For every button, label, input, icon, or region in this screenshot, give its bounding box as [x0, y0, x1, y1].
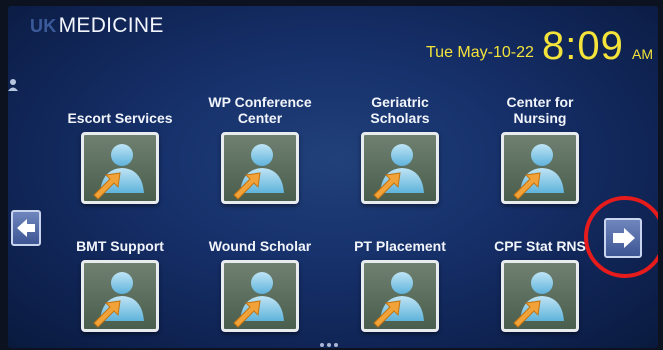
user-arrow-icon: [513, 144, 564, 200]
user-arrow-icon: [373, 144, 424, 200]
user-indicator-icon: [8, 78, 18, 92]
tile-label: PT Placement: [354, 238, 446, 254]
kiosk-screen: UK MEDICINE Tue May-10-22 8:09 AM Escort…: [8, 6, 658, 348]
page-dot: [327, 343, 331, 347]
user-arrow-icon: [93, 272, 144, 328]
clock-display: 8:09: [542, 24, 624, 68]
tile-label: BMT Support: [76, 238, 164, 254]
pt-placement-button[interactable]: [361, 260, 439, 332]
brand-logo: UK MEDICINE: [30, 14, 164, 38]
tile-wound-scholar[interactable]: Wound Scholar: [200, 220, 320, 332]
tile-bmt-support[interactable]: BMT Support: [60, 220, 180, 332]
page-dot: [334, 343, 338, 347]
user-arrow-icon: [373, 272, 424, 328]
arrow-left-icon: [17, 219, 35, 237]
tile-label: CPF Stat RNS: [494, 238, 586, 254]
tile-label: Escort Services: [67, 110, 173, 126]
page-dot: [320, 343, 324, 347]
brand-prefix: UK: [30, 16, 57, 36]
tile-cpf-stat-rns[interactable]: CPF Stat RNS: [480, 220, 600, 332]
tile-center-for-nursing[interactable]: Center for Nursing: [480, 92, 600, 204]
bmt-support-button[interactable]: [81, 260, 159, 332]
escort-services-button[interactable]: [81, 132, 159, 204]
wound-scholar-button[interactable]: [221, 260, 299, 332]
previous-page-button[interactable]: [11, 210, 41, 246]
user-arrow-icon: [233, 272, 284, 328]
user-arrow-icon: [513, 272, 564, 328]
user-arrow-icon: [233, 144, 284, 200]
brand-name: MEDICINE: [58, 14, 164, 37]
tile-label: WP Conference Center: [208, 94, 312, 126]
page-indicator: [320, 343, 338, 347]
highlight-circle: [584, 196, 658, 278]
tile-label: Center for Nursing: [506, 94, 574, 126]
tile-geriatric-scholars[interactable]: Geriatric Scholars: [340, 92, 460, 204]
tile-wp-conference-center[interactable]: WP Conference Center: [200, 92, 320, 204]
user-arrow-icon: [93, 144, 144, 200]
tile-label: Wound Scholar: [208, 238, 312, 254]
tile-pt-placement[interactable]: PT Placement: [340, 220, 460, 332]
date-display: Tue May-10-22: [426, 44, 534, 61]
tile-label: Geriatric Scholars: [370, 94, 430, 126]
center-for-nursing-button[interactable]: [501, 132, 579, 204]
geriatric-scholars-button[interactable]: [361, 132, 439, 204]
cpf-stat-rns-button[interactable]: [501, 260, 579, 332]
ampm-indicator: AM: [632, 46, 653, 62]
tile-escort-services[interactable]: Escort Services: [60, 92, 180, 204]
wp-conference-center-button[interactable]: [221, 132, 299, 204]
